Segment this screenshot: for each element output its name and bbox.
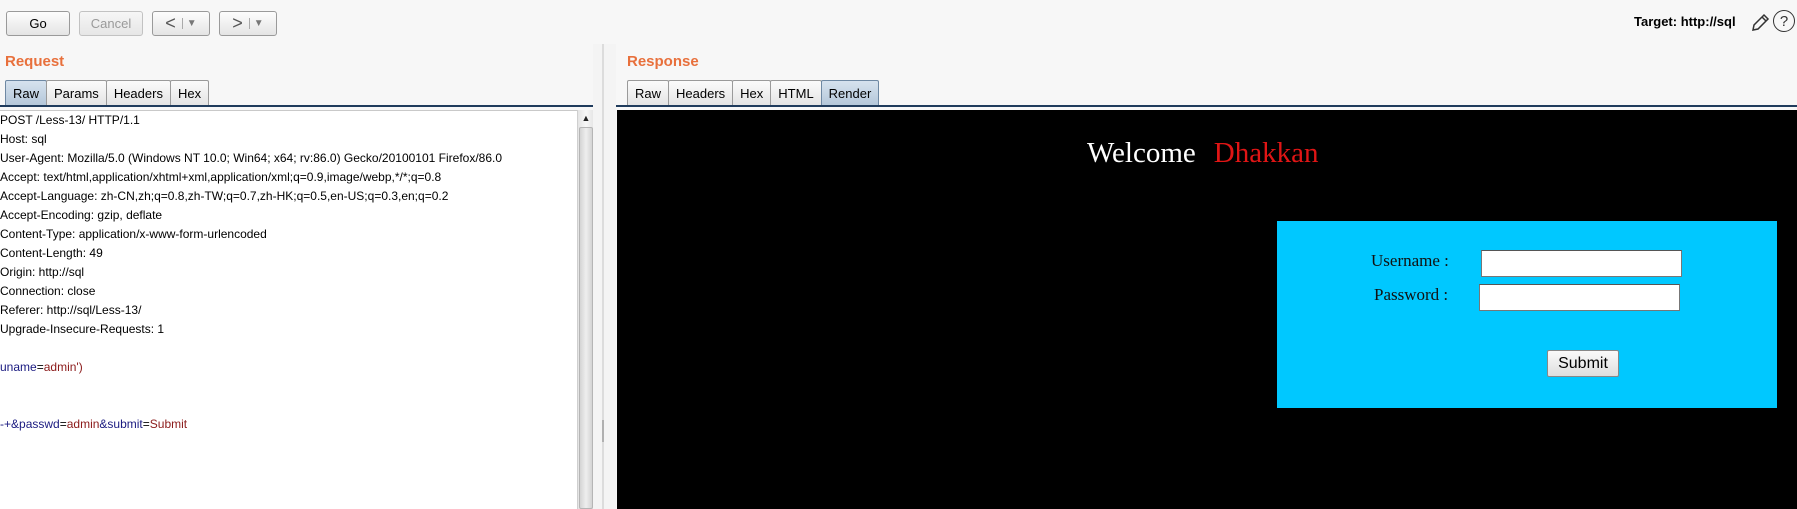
equals-sign: = bbox=[59, 417, 67, 431]
welcome-name: Dhakkan bbox=[1213, 137, 1319, 169]
cancel-button[interactable]: Cancel bbox=[79, 11, 143, 36]
request-line: Content-Type: application/x-www-form-url… bbox=[0, 227, 267, 241]
pane-splitter[interactable] bbox=[593, 44, 616, 509]
response-tab-headers[interactable]: Headers bbox=[668, 80, 734, 106]
back-button[interactable]: < ▼ bbox=[152, 11, 210, 36]
request-line: User-Agent: Mozilla/5.0 (Windows NT 10.0… bbox=[0, 151, 503, 165]
response-tab-html[interactable]: HTML bbox=[770, 80, 822, 106]
submit-button[interactable]: Submit bbox=[1547, 350, 1619, 377]
response-title: Response bbox=[627, 53, 699, 70]
equals-sign: = bbox=[36, 360, 44, 374]
chevron-down-icon[interactable]: ▼ bbox=[248, 18, 264, 29]
comment-prefix: -+& bbox=[0, 417, 20, 431]
back-arrow-icon: < bbox=[165, 13, 176, 33]
body-line-passwd: -+&passwd=admin&submit=Submit bbox=[0, 415, 577, 434]
splitter-grip[interactable] bbox=[602, 420, 604, 442]
param-value: admin') bbox=[43, 360, 83, 374]
welcome-text: Welcome bbox=[1087, 137, 1196, 169]
request-line: Accept-Encoding: gzip, deflate bbox=[0, 208, 163, 222]
param-name: passwd bbox=[19, 417, 60, 431]
request-title: Request bbox=[5, 53, 65, 70]
target-label: Target: http://sql bbox=[1634, 14, 1736, 29]
chevron-down-icon[interactable]: ▼ bbox=[181, 18, 197, 29]
request-line: Accept-Language: zh-CN,zh;q=0.8,zh-TW;q=… bbox=[0, 189, 449, 203]
request-line: Origin: http://sql bbox=[0, 265, 85, 279]
request-line: POST /Less-13/ HTTP/1.1 bbox=[0, 113, 140, 127]
response-tab-hex[interactable]: Hex bbox=[732, 80, 772, 106]
request-tabs: Raw Params Headers Hex bbox=[5, 80, 210, 106]
param-value: admin bbox=[66, 417, 100, 431]
welcome-heading: Welcome Dhakkan bbox=[1087, 137, 1318, 170]
render-view: Welcome Dhakkan Username : Password : Sub… bbox=[617, 110, 1797, 509]
param-name: submit bbox=[107, 417, 143, 431]
forward-button[interactable]: > ▼ bbox=[219, 11, 277, 36]
request-line: Upgrade-Insecure-Requests: 1 bbox=[0, 322, 165, 336]
main-toolbar: Go Cancel < ▼ > ▼ Target: http://sql ? bbox=[0, 0, 1797, 44]
username-label: Username : bbox=[1371, 251, 1449, 270]
request-line: Referer: http://sql/Less-13/ bbox=[0, 303, 142, 317]
login-form: Username : Password : Submit bbox=[1277, 221, 1777, 408]
scroll-up-icon[interactable]: ▲ bbox=[578, 110, 594, 126]
request-tab-headers[interactable]: Headers bbox=[105, 80, 171, 106]
forward-arrow-icon: > bbox=[232, 13, 243, 33]
request-tab-params[interactable]: Params bbox=[46, 80, 107, 106]
request-line: Accept: text/html,application/xhtml+xml,… bbox=[0, 170, 442, 184]
request-tab-hex[interactable]: Hex bbox=[169, 80, 210, 106]
request-scrollbar[interactable]: ▲ bbox=[577, 110, 594, 509]
body-line-uname: uname=admin') bbox=[0, 358, 577, 377]
response-tab-render[interactable]: Render bbox=[820, 80, 880, 106]
request-pane: Request Raw Params Headers Hex POST /Les… bbox=[0, 44, 594, 509]
edit-pencil-icon[interactable] bbox=[1749, 12, 1771, 34]
request-tab-underline bbox=[0, 105, 593, 107]
request-tab-raw[interactable]: Raw bbox=[5, 80, 48, 106]
response-tab-raw[interactable]: Raw bbox=[627, 80, 670, 106]
password-input[interactable] bbox=[1479, 284, 1680, 311]
request-editor[interactable]: POST /Less-13/ HTTP/1.1 Host: sql User-A… bbox=[0, 110, 577, 509]
param-value: Submit bbox=[149, 417, 188, 431]
request-line: Connection: close bbox=[0, 284, 96, 298]
password-label: Password : bbox=[1374, 285, 1449, 304]
param-name: uname bbox=[0, 360, 37, 374]
request-line: Host: sql bbox=[0, 132, 47, 146]
equals-sign: = bbox=[142, 417, 150, 431]
scrollbar-thumb[interactable] bbox=[579, 127, 593, 509]
response-tab-underline bbox=[616, 105, 1797, 107]
username-input[interactable] bbox=[1481, 250, 1682, 277]
request-line: Content-Length: 49 bbox=[0, 246, 103, 260]
go-button[interactable]: Go bbox=[6, 11, 70, 36]
help-icon[interactable]: ? bbox=[1773, 10, 1795, 32]
response-tabs: Raw Headers Hex HTML Render bbox=[627, 80, 880, 106]
